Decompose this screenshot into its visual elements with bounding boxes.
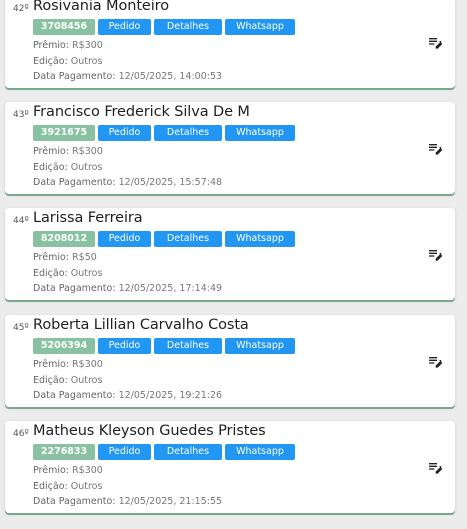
detalhes-button[interactable]: Detalhes <box>154 444 222 460</box>
edicao-value: Outros <box>70 162 103 173</box>
entry-code-badge[interactable]: 8208012 <box>33 231 95 247</box>
premio-value: R$300 <box>72 146 103 157</box>
data-pagamento-line: Data Pagamento: 12/05/2025, 17:14:49 <box>33 283 223 294</box>
entry-actions: 2276833 Pedido Detalhes Whatsapp <box>33 444 295 460</box>
whatsapp-button[interactable]: Whatsapp <box>225 125 295 141</box>
entry-position: 44º <box>13 216 29 226</box>
whatsapp-button[interactable]: Whatsapp <box>225 231 295 247</box>
entry-name: Matheus Kleyson Guedes Pristes <box>33 423 266 439</box>
data-pagamento-line: Data Pagamento: 12/05/2025, 15:57:48 <box>33 177 223 188</box>
entry-position: 42º <box>13 4 29 14</box>
edicao-line: Edição: Outros <box>33 162 103 173</box>
edicao-line: Edição: Outros <box>33 375 103 386</box>
edit-list-icon[interactable] <box>427 459 443 475</box>
edit-list-icon[interactable] <box>427 246 443 262</box>
premio-line: Prêmio: R$300 <box>33 40 103 51</box>
edicao-value: Outros <box>70 268 103 279</box>
entry-position: 45º <box>13 323 29 333</box>
entry-actions: 3921675 Pedido Detalhes Whatsapp <box>33 125 295 141</box>
data-pagamento-value: 12/05/2025, 15:57:48 <box>118 177 223 188</box>
data-pagamento-value: 12/05/2025, 19:21:26 <box>118 390 223 401</box>
premio-line: Prêmio: R$300 <box>33 359 103 370</box>
entry-name: Roberta Lillian Carvalho Costa <box>33 317 249 333</box>
whatsapp-button[interactable]: Whatsapp <box>225 444 295 460</box>
edit-list-icon[interactable] <box>427 353 443 369</box>
edicao-line: Edição: Outros <box>33 56 103 67</box>
pedido-button[interactable]: Pedido <box>98 338 151 354</box>
detalhes-button[interactable]: Detalhes <box>154 125 222 141</box>
entry-position: 43º <box>13 110 29 120</box>
pedido-button[interactable]: Pedido <box>98 19 151 35</box>
entry-code-badge[interactable]: 3921675 <box>33 125 95 141</box>
premio-line: Prêmio: R$300 <box>33 146 103 157</box>
winners-list: 42º Rosivania Monteiro 3708456 Pedido De… <box>0 0 467 529</box>
whatsapp-button[interactable]: Whatsapp <box>225 338 295 354</box>
edicao-value: Outros <box>70 56 103 67</box>
edicao-value: Outros <box>70 481 103 492</box>
pedido-button[interactable]: Pedido <box>98 231 151 247</box>
entry-actions: 8208012 Pedido Detalhes Whatsapp <box>33 231 295 247</box>
data-pagamento-value: 12/05/2025, 14:00:53 <box>118 71 223 82</box>
premio-value: R$300 <box>72 465 103 476</box>
edicao-value: Outros <box>70 375 103 386</box>
edicao-line: Edição: Outros <box>33 481 103 492</box>
data-pagamento-line: Data Pagamento: 12/05/2025, 19:21:26 <box>33 390 223 401</box>
detalhes-button[interactable]: Detalhes <box>154 338 222 354</box>
entry-code-badge[interactable]: 5206394 <box>33 338 95 354</box>
entry-code-badge[interactable]: 3708456 <box>33 19 95 35</box>
premio-line: Prêmio: R$50 <box>33 252 97 263</box>
entry-card: 46º Matheus Kleyson Guedes Pristes 22768… <box>5 421 455 513</box>
entry-card: 44º Larissa Ferreira 8208012 Pedido Deta… <box>5 208 455 300</box>
entry-card: 43º Francisco Frederick Silva De M 39216… <box>5 102 455 194</box>
entry-card: 42º Rosivania Monteiro 3708456 Pedido De… <box>5 0 455 88</box>
premio-value: R$300 <box>72 359 103 370</box>
edicao-line: Edição: Outros <box>33 268 103 279</box>
entry-actions: 5206394 Pedido Detalhes Whatsapp <box>33 338 295 354</box>
detalhes-button[interactable]: Detalhes <box>154 231 222 247</box>
entry-name: Larissa Ferreira <box>33 210 143 226</box>
data-pagamento-line: Data Pagamento: 12/05/2025, 21:15:55 <box>33 496 223 507</box>
entry-position: 46º <box>13 429 29 439</box>
whatsapp-button[interactable]: Whatsapp <box>225 19 295 35</box>
premio-value: R$50 <box>72 252 97 263</box>
premio-line: Prêmio: R$300 <box>33 465 103 476</box>
data-pagamento-line: Data Pagamento: 12/05/2025, 14:00:53 <box>33 71 223 82</box>
entry-card: 45º Roberta Lillian Carvalho Costa 52063… <box>5 315 455 407</box>
edit-list-icon[interactable] <box>427 140 443 156</box>
entry-name: Rosivania Monteiro <box>33 0 169 14</box>
pedido-button[interactable]: Pedido <box>98 125 151 141</box>
premio-value: R$300 <box>72 40 103 51</box>
data-pagamento-value: 12/05/2025, 17:14:49 <box>118 283 223 294</box>
detalhes-button[interactable]: Detalhes <box>154 19 222 35</box>
edit-list-icon[interactable] <box>427 34 443 50</box>
pedido-button[interactable]: Pedido <box>98 444 151 460</box>
entry-name: Francisco Frederick Silva De M <box>33 104 250 120</box>
data-pagamento-value: 12/05/2025, 21:15:55 <box>118 496 223 507</box>
entry-code-badge[interactable]: 2276833 <box>33 444 95 460</box>
entry-actions: 3708456 Pedido Detalhes Whatsapp <box>33 19 295 35</box>
